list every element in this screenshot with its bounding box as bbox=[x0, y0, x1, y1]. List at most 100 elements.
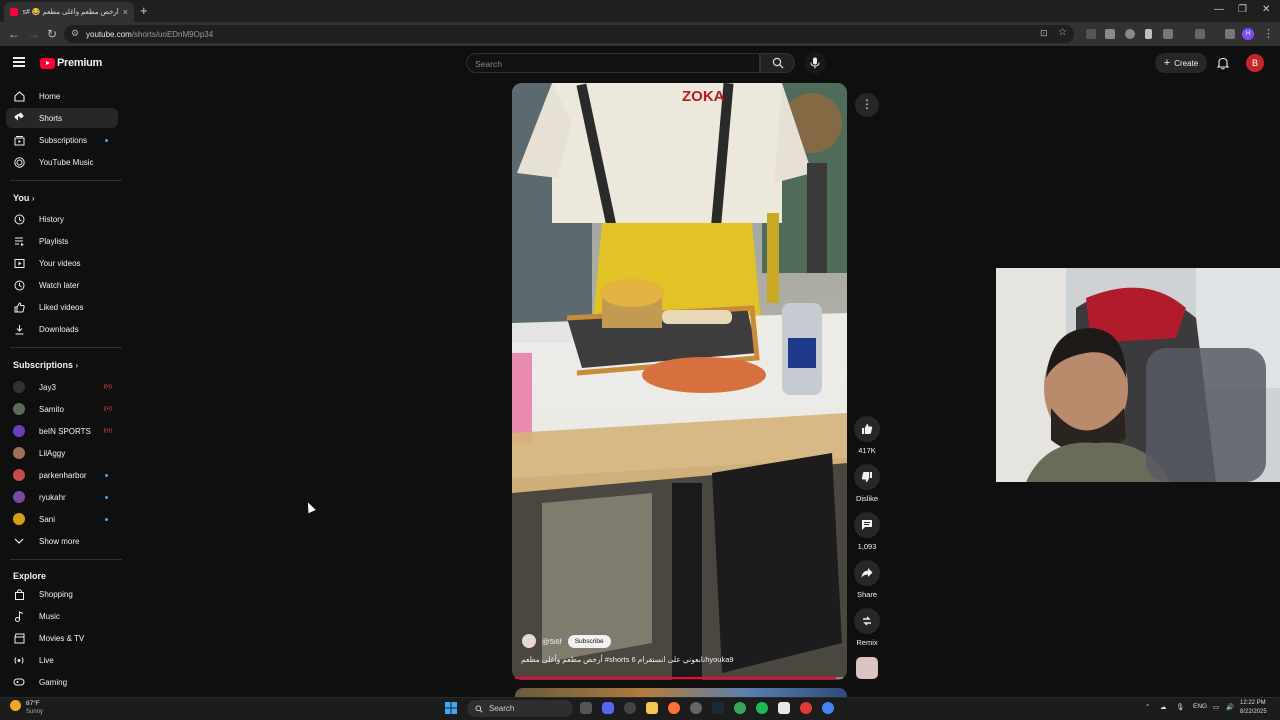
search-button[interactable] bbox=[760, 53, 795, 73]
sidebar-item-downloads[interactable]: Downloads bbox=[6, 319, 118, 339]
windows-start-icon[interactable] bbox=[445, 702, 457, 714]
file-explorer-icon[interactable] bbox=[646, 702, 658, 714]
you-section-header[interactable]: You › bbox=[13, 193, 35, 203]
show-more-button[interactable]: Show more bbox=[6, 531, 118, 551]
voice-search-button[interactable] bbox=[804, 52, 826, 74]
short-video-player[interactable]: ZOKA bbox=[512, 83, 847, 680]
create-button[interactable]: + Create bbox=[1155, 53, 1207, 73]
sidebar-item-home[interactable]: Home bbox=[6, 86, 118, 106]
sidebar-item-watch-later[interactable]: Watch later bbox=[6, 275, 118, 295]
browser-tab[interactable]: أرخص مطعم وأغلى مطعم 😂 #shorts × bbox=[4, 2, 134, 22]
forward-icon[interactable]: → bbox=[28, 27, 40, 41]
close-window-icon[interactable]: ✕ bbox=[1262, 4, 1270, 15]
chrome-icon[interactable] bbox=[734, 702, 746, 714]
dislike-button[interactable]: Dislike bbox=[853, 464, 881, 503]
chrome-profile-icon[interactable] bbox=[822, 702, 834, 714]
guide-menu-icon[interactable] bbox=[13, 57, 25, 67]
sidebar-item-movies-tv[interactable]: Movies & TV bbox=[6, 628, 118, 648]
share-button[interactable]: Share bbox=[853, 560, 881, 599]
sidebar-item-your-videos[interactable]: Your videos bbox=[6, 253, 118, 273]
sidebar-item-liked-videos[interactable]: Liked videos bbox=[6, 297, 118, 317]
like-button[interactable]: 417K bbox=[853, 416, 881, 455]
app-icon[interactable] bbox=[800, 702, 812, 714]
sidebar-item-music[interactable]: Music bbox=[6, 606, 118, 626]
restore-icon[interactable]: ❐ bbox=[1238, 4, 1247, 15]
sidebar-channel-item[interactable]: Jay3 ((•)) bbox=[6, 377, 118, 397]
sidebar-channel-item[interactable]: Samito ((•)) bbox=[6, 399, 118, 419]
short-channel-row: @5i6f Subscribe bbox=[522, 634, 611, 648]
browser-profile-avatar[interactable]: H bbox=[1242, 28, 1254, 40]
weather-temp[interactable]: 87°F bbox=[26, 700, 40, 707]
address-path: /shorts/uoEDnM9Op34 bbox=[131, 29, 214, 39]
sidebar-item-gaming[interactable]: Gaming bbox=[6, 672, 118, 692]
reload-icon[interactable]: ↻ bbox=[47, 27, 57, 41]
sidebar-item-subscriptions[interactable]: Subscriptions bbox=[6, 130, 118, 150]
tray-mic-icon[interactable]: 🎙 bbox=[1176, 703, 1184, 711]
tab-search-icon[interactable] bbox=[1195, 29, 1205, 39]
sidebar-item-shopping[interactable]: Shopping bbox=[6, 584, 118, 604]
steam-icon[interactable] bbox=[712, 702, 724, 714]
app-icon[interactable] bbox=[624, 702, 636, 714]
sidebar-channel-item[interactable]: LilAggy bbox=[6, 443, 118, 463]
browser-menu-icon[interactable]: ⋮ bbox=[1263, 27, 1274, 40]
task-view-icon[interactable] bbox=[580, 702, 592, 714]
taskbar-search[interactable]: Search bbox=[467, 700, 573, 717]
sidebar-item-playlists[interactable]: Playlists bbox=[6, 231, 118, 251]
comments-button[interactable]: 1,093 bbox=[853, 512, 881, 551]
media-control-icon[interactable] bbox=[1225, 29, 1235, 39]
close-tab-icon[interactable]: × bbox=[123, 7, 128, 17]
more-options-button[interactable]: ⋮ bbox=[855, 93, 879, 117]
remix-button[interactable]: Remix bbox=[853, 608, 881, 647]
tray-cloud-icon[interactable]: ☁ bbox=[1160, 703, 1167, 711]
tray-overflow-icon[interactable]: ⌃ bbox=[1145, 703, 1150, 711]
webcam-overlay bbox=[996, 268, 1280, 482]
youtube-music-icon bbox=[13, 156, 25, 168]
clock-date[interactable]: 8/22/2025 bbox=[1240, 709, 1267, 715]
address-bar[interactable]: ⚙ youtube.com/shorts/uoEDnM9Op34 bbox=[64, 25, 1074, 43]
discord-icon[interactable] bbox=[602, 702, 614, 714]
extension-icon[interactable] bbox=[1105, 29, 1115, 39]
short-progress-bar[interactable] bbox=[515, 677, 843, 679]
subscribe-button[interactable]: Subscribe bbox=[567, 634, 611, 648]
youtube-premium-logo[interactable]: Premium bbox=[40, 57, 102, 69]
channel-name[interactable]: @5i6f bbox=[542, 637, 562, 646]
sidebar-item-live[interactable]: Live bbox=[6, 650, 118, 670]
sidebar-channel-item[interactable]: parkenharbor bbox=[6, 465, 118, 485]
new-tab-button[interactable]: + bbox=[140, 3, 148, 18]
spotify-icon[interactable] bbox=[756, 702, 768, 714]
sidebar-channel-item[interactable]: Sani bbox=[6, 509, 118, 529]
extension-icon[interactable] bbox=[1086, 29, 1096, 39]
sidebar-channel-item[interactable]: beIN SPORTS ((•)) bbox=[6, 421, 118, 441]
extension-icon[interactable] bbox=[1163, 29, 1173, 39]
sound-thumbnail[interactable] bbox=[856, 657, 878, 679]
sidebar-item-label: Live bbox=[39, 655, 54, 665]
bookmark-star-icon[interactable]: ☆ bbox=[1058, 27, 1067, 38]
firefox-icon[interactable] bbox=[668, 702, 680, 714]
search-input[interactable]: Search bbox=[466, 53, 760, 73]
network-icon[interactable]: ▭ bbox=[1213, 703, 1219, 711]
app-icon[interactable] bbox=[690, 702, 702, 714]
gaming-icon bbox=[13, 676, 25, 688]
minimize-icon[interactable]: — bbox=[1214, 4, 1224, 15]
back-icon[interactable]: ← bbox=[8, 27, 20, 41]
clock-time[interactable]: 12:22 PM bbox=[1240, 700, 1266, 706]
sidebar-item-shorts[interactable]: Shorts bbox=[6, 108, 118, 128]
app-icon[interactable] bbox=[778, 702, 790, 714]
install-app-icon[interactable]: ⊡ bbox=[1040, 28, 1048, 39]
extension-icon[interactable] bbox=[1125, 29, 1135, 39]
sidebar-item-history[interactable]: History bbox=[6, 209, 118, 229]
site-info-icon[interactable]: ⚙ bbox=[71, 28, 79, 39]
language-indicator[interactable]: ENG bbox=[1193, 703, 1207, 710]
subscriptions-section-header[interactable]: Subscriptions › bbox=[13, 360, 78, 370]
volume-icon[interactable]: 🔊 bbox=[1226, 703, 1234, 711]
sidebar-item-label: Music bbox=[39, 611, 60, 621]
sidebar-item-youtube-music[interactable]: YouTube Music bbox=[6, 152, 118, 172]
comment-icon bbox=[862, 520, 872, 530]
account-avatar[interactable]: B bbox=[1246, 54, 1264, 72]
channel-avatar[interactable] bbox=[522, 634, 536, 648]
sidebar-item-label: Shopping bbox=[39, 589, 73, 599]
sidebar-channel-item[interactable]: ryukahr bbox=[6, 487, 118, 507]
extension-icon[interactable] bbox=[1145, 29, 1152, 39]
notifications-bell-icon[interactable] bbox=[1216, 56, 1230, 70]
short-title[interactable]: أرخص مطعم وأغلى مطعم #shorts تابعوني على… bbox=[521, 655, 741, 664]
